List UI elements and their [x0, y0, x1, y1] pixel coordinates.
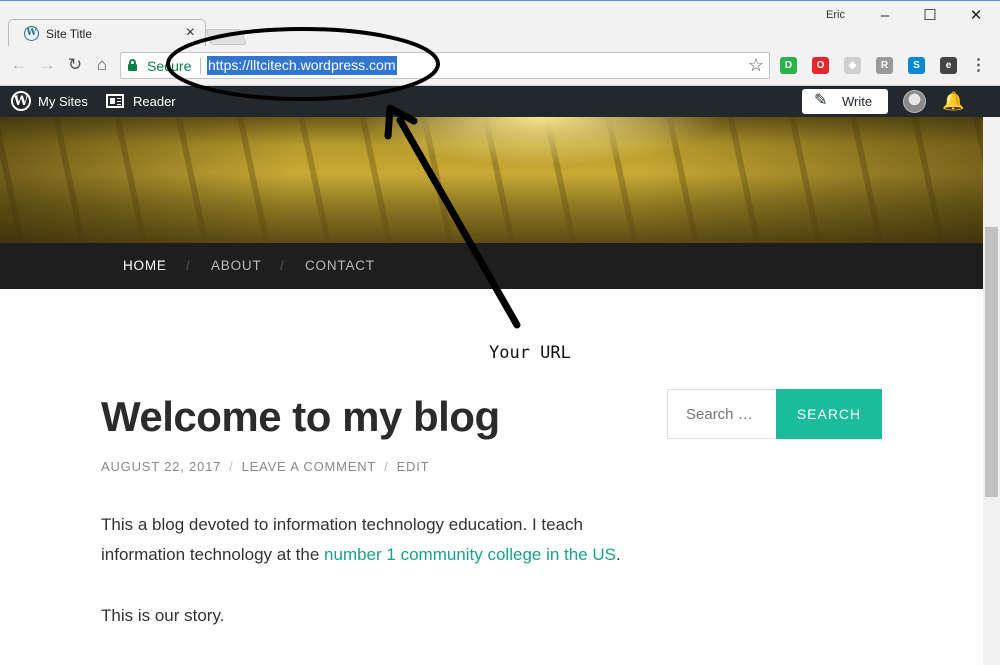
- tool-ext-icon[interactable]: R: [876, 57, 893, 74]
- browser-titlebar: W Site Title × Eric – ☐ ✕: [0, 0, 1000, 47]
- url-text[interactable]: https://lltcitech.wordpress.com: [207, 56, 397, 75]
- opera-ext-icon[interactable]: O: [812, 57, 829, 74]
- meta-separator: /: [229, 459, 234, 474]
- menu-icon[interactable]: ⋮: [970, 57, 987, 74]
- post-paragraph: This a blog devoted to information techn…: [101, 510, 621, 570]
- close-window-button[interactable]: ✕: [961, 5, 991, 27]
- lock-icon: [128, 59, 137, 71]
- write-button[interactable]: ✎ Write: [802, 89, 888, 114]
- search-input[interactable]: [667, 389, 777, 439]
- skype-ext-icon[interactable]: S: [908, 57, 925, 74]
- site-navigation: HOME / ABOUT / CONTACT: [0, 243, 983, 289]
- wordpress-favicon-icon: W: [24, 26, 39, 41]
- nav-home[interactable]: HOME: [123, 258, 167, 273]
- scrollbar-thumb[interactable]: [985, 227, 998, 497]
- minimize-button[interactable]: –: [870, 5, 900, 27]
- avatar[interactable]: [903, 90, 926, 113]
- tab-title: Site Title: [46, 27, 93, 41]
- tab-close-icon[interactable]: ×: [186, 24, 195, 42]
- post-paragraph: This is our story.: [101, 606, 225, 625]
- new-tab-button[interactable]: [205, 29, 247, 45]
- evernote-ext-icon[interactable]: e: [940, 57, 957, 74]
- readability-ext-icon[interactable]: D: [780, 57, 797, 74]
- search-button[interactable]: SEARCH: [776, 389, 882, 439]
- browser-tab[interactable]: W Site Title ×: [8, 19, 206, 47]
- page-content: HOME / ABOUT / CONTACT Welcome to my blo…: [0, 117, 983, 665]
- address-bar[interactable]: Secure https://lltcitech.wordpress.com ☆: [120, 52, 770, 79]
- nav-separator: /: [186, 258, 190, 273]
- header-image: [0, 117, 983, 243]
- post-date[interactable]: AUGUST 22, 2017: [101, 459, 221, 474]
- forward-button[interactable]: →: [36, 54, 58, 76]
- bookmark-star-icon[interactable]: ☆: [748, 55, 764, 75]
- wordpress-logo-icon[interactable]: W: [11, 91, 31, 111]
- shield-ext-icon[interactable]: ◆: [844, 57, 861, 74]
- nav-about[interactable]: ABOUT: [211, 258, 262, 273]
- post-meta: AUGUST 22, 2017 / LEAVE A COMMENT / EDIT: [101, 459, 429, 474]
- omnibox-divider: [200, 58, 201, 74]
- reload-button[interactable]: ↻: [64, 54, 86, 76]
- college-link[interactable]: number 1 community college in the US: [324, 545, 616, 564]
- profile-name[interactable]: Eric: [826, 9, 845, 21]
- nav-separator: /: [280, 258, 284, 273]
- meta-separator: /: [384, 459, 389, 474]
- post-body: This a blog devoted to information techn…: [101, 510, 621, 662]
- pencil-icon: ✎: [814, 92, 828, 109]
- post-title[interactable]: Welcome to my blog: [101, 393, 500, 441]
- home-button[interactable]: ⌂: [91, 54, 113, 76]
- browser-toolbar: ← → ↻ ⌂ Secure https://lltcitech.wordpre…: [0, 46, 1000, 86]
- write-label: Write: [842, 94, 873, 109]
- leave-comment-link[interactable]: LEAVE A COMMENT: [242, 459, 377, 474]
- nav-contact[interactable]: CONTACT: [305, 258, 375, 273]
- paragraph-text: .: [616, 545, 621, 564]
- my-sites-link[interactable]: My Sites: [38, 94, 88, 109]
- wordpress-admin-bar: W My Sites Reader ✎ Write 🔔: [0, 86, 1000, 117]
- notifications-bell-icon[interactable]: 🔔: [942, 90, 964, 112]
- secure-label: Secure: [147, 58, 192, 74]
- maximize-button[interactable]: ☐: [915, 5, 945, 27]
- reader-icon[interactable]: [106, 94, 124, 108]
- reader-link[interactable]: Reader: [133, 94, 176, 109]
- back-button[interactable]: ←: [8, 54, 30, 76]
- edit-link[interactable]: EDIT: [397, 459, 430, 474]
- annotation-label: Your URL: [489, 343, 571, 363]
